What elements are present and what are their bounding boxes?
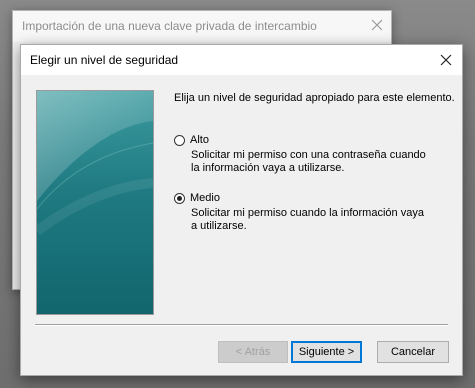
radio-medio[interactable] bbox=[174, 192, 185, 204]
close-icon[interactable] bbox=[436, 50, 456, 70]
dialog-titlebar: Elegir un nivel de seguridad bbox=[21, 45, 462, 75]
side-illustration bbox=[36, 90, 154, 315]
divider bbox=[35, 324, 448, 326]
radio-label-alto[interactable]: Alto bbox=[190, 134, 209, 146]
radio-label-medio[interactable]: Medio bbox=[190, 192, 220, 204]
next-button[interactable]: Siguiente > bbox=[291, 341, 362, 363]
option-medio-description: Solicitar mi permiso cuando la informaci… bbox=[191, 207, 424, 232]
option-medio[interactable]: Medio bbox=[174, 192, 220, 204]
option-alto[interactable]: Alto bbox=[174, 134, 209, 146]
cancel-button[interactable]: Cancelar bbox=[377, 341, 449, 363]
close-icon[interactable] bbox=[367, 15, 387, 35]
option-alto-description: Solicitar mi permiso con una contraseña … bbox=[191, 149, 426, 174]
radio-alto[interactable] bbox=[174, 134, 185, 146]
parent-window-title: Importación de una nueva clave privada d… bbox=[22, 19, 317, 33]
parent-titlebar: Importación de una nueva clave privada d… bbox=[13, 11, 391, 42]
back-button[interactable]: < Atrás bbox=[218, 341, 288, 363]
security-level-dialog: Elegir un nivel de seguridad Elija un ni… bbox=[20, 44, 463, 376]
dialog-title: Elegir un nivel de seguridad bbox=[30, 53, 179, 67]
instruction-text: Elija un nivel de seguridad apropiado pa… bbox=[174, 92, 455, 104]
